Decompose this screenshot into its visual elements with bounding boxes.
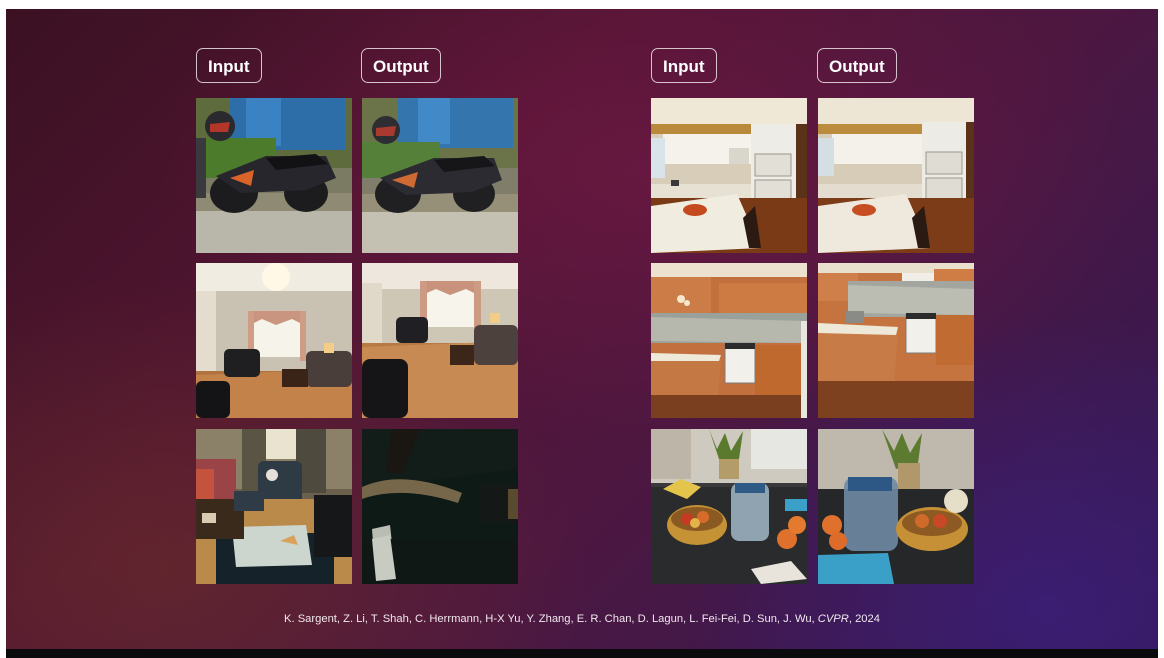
right-output-label: Output: [817, 48, 897, 83]
fruit-counter-input-image: [651, 429, 807, 584]
bottom-black-bar: [6, 649, 1158, 658]
citation-footer: K. Sargent, Z. Li, T. Shah, C. Herrmann,…: [6, 613, 1158, 625]
video-frame: Input Output Input Output K. Sargent, Z.…: [0, 0, 1164, 658]
orange-kitchen-input-image: [651, 263, 807, 418]
left-input-label: Input: [196, 48, 262, 83]
orange-kitchen-output-image: [818, 263, 974, 418]
living-room-input-image: [196, 263, 352, 418]
right-input-label: Input: [651, 48, 717, 83]
citation-venue: CVPR: [817, 613, 849, 625]
motorcycle-output-image: [362, 98, 518, 253]
bedroom-output-image: [362, 429, 518, 584]
motorcycle-input-image: [196, 98, 352, 253]
kitchen-input-image: [651, 98, 807, 253]
presentation-slide: Input Output Input Output K. Sargent, Z.…: [6, 9, 1158, 649]
fruit-counter-output-image: [818, 429, 974, 584]
living-room-output-image: [362, 263, 518, 418]
citation-authors: K. Sargent, Z. Li, T. Shah, C. Herrmann,…: [284, 613, 818, 625]
bedroom-input-image: [196, 429, 352, 584]
left-output-label: Output: [361, 48, 441, 83]
kitchen-output-image: [818, 98, 974, 253]
citation-year: , 2024: [848, 613, 880, 625]
